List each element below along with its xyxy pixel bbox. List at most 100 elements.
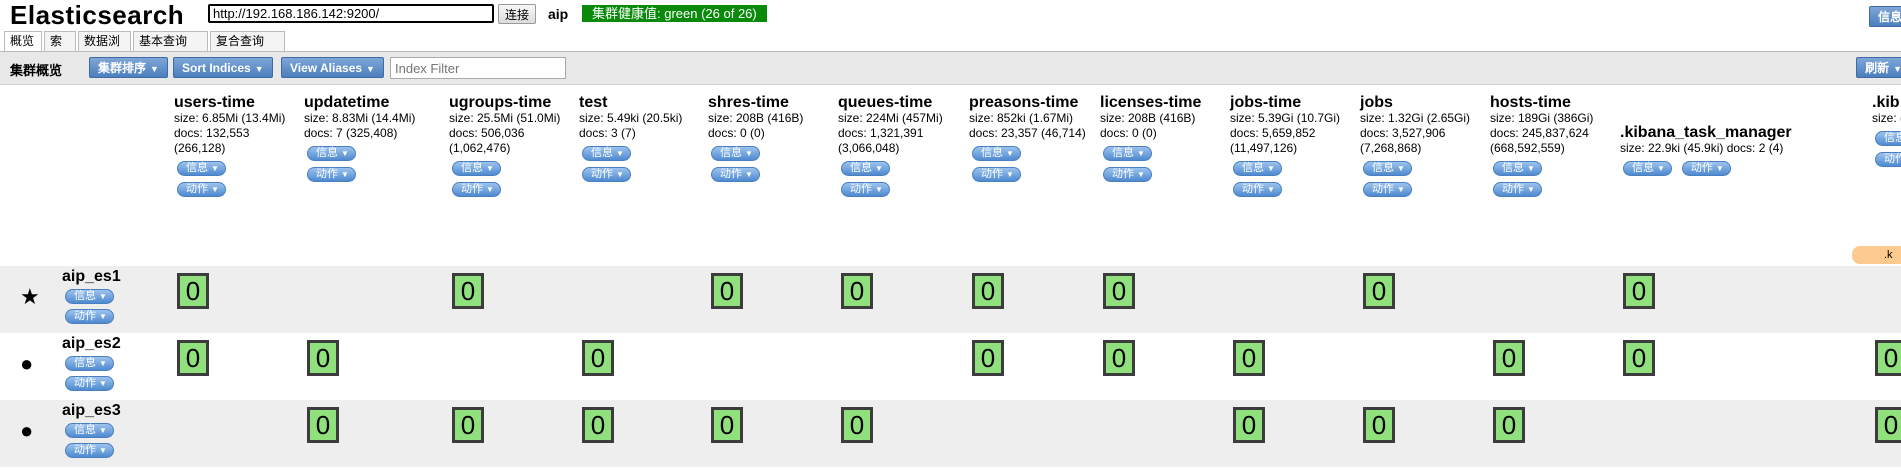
index-stats: size: 22.9ki (45.9ki) docs: 2 (4) xyxy=(1620,141,1784,155)
tab-2[interactable]: 索引 xyxy=(44,31,76,67)
tab-3[interactable]: 数据浏览 xyxy=(78,31,131,67)
shard-box[interactable]: 0 xyxy=(582,407,614,443)
tab-label: 概览 xyxy=(10,34,35,48)
action-dropdown-button[interactable]: 动作▼ xyxy=(65,376,114,391)
action-dropdown-button[interactable]: 动作▼ xyxy=(177,182,226,197)
info-dropdown-button[interactable]: 信息▼ xyxy=(1623,161,1672,176)
caret-down-icon: ▼ xyxy=(1267,164,1275,173)
info-dropdown-button[interactable]: 信息▼ xyxy=(582,146,631,161)
shard-box[interactable]: 0 xyxy=(841,407,873,443)
shard-box[interactable]: 0 xyxy=(1493,407,1525,443)
index-stats: size: 1.32Gi (2.65Gi) docs: 3,527,906 (7… xyxy=(1360,111,1471,155)
info-dropdown-button[interactable]: 信息▼ xyxy=(1875,131,1901,146)
info-dropdown-button[interactable]: 信息▼ xyxy=(1363,161,1412,176)
shard-box[interactable]: 0 xyxy=(1363,273,1395,309)
index-name: test xyxy=(579,94,608,111)
shard-box[interactable]: 0 xyxy=(1875,340,1901,376)
shard-box[interactable]: 0 xyxy=(1493,340,1525,376)
index-name: jobs xyxy=(1360,94,1393,111)
shard-box[interactable]: 0 xyxy=(307,407,339,443)
caret-down-icon: ▼ xyxy=(486,164,494,173)
action-dropdown-button[interactable]: 动作▼ xyxy=(841,182,890,197)
shard-box[interactable]: 0 xyxy=(1363,407,1395,443)
header-info-button[interactable]: 信息 xyxy=(1868,6,1901,27)
caret-down-icon: ▼ xyxy=(1006,149,1014,158)
node-name: aip_es2 xyxy=(62,335,121,352)
action-dropdown-button[interactable]: 动作▼ xyxy=(1493,182,1542,197)
shard-box[interactable]: 0 xyxy=(1103,340,1135,376)
shard-box[interactable]: 0 xyxy=(841,273,873,309)
caret-down-icon: ▼ xyxy=(99,379,107,388)
cluster-url-input[interactable] xyxy=(208,4,494,23)
action-dropdown-button[interactable]: 动作▼ xyxy=(711,167,760,182)
shard-box[interactable]: 0 xyxy=(177,340,209,376)
index-actions: 信息▼ 动作▼ xyxy=(711,144,826,186)
shard-box[interactable]: 0 xyxy=(1623,273,1655,309)
action-dropdown-button[interactable]: 动作▼ xyxy=(972,167,1021,182)
info-dropdown-button[interactable]: 信息▼ xyxy=(1493,161,1542,176)
node-actions: 信息 ▼ 动作 ▼ xyxy=(65,421,125,461)
info-dropdown-button[interactable]: 信息▼ xyxy=(711,146,760,161)
info-dropdown-button[interactable]: 信息▼ xyxy=(307,146,356,161)
action-dropdown-button[interactable]: 动作▼ xyxy=(1233,182,1282,197)
sort-cluster-button[interactable]: 集群排序 ▼ xyxy=(89,57,168,78)
shard-box[interactable]: 0 xyxy=(711,273,743,309)
shard-box[interactable]: 0 xyxy=(1103,273,1135,309)
shard-box[interactable]: 0 xyxy=(1623,340,1655,376)
caret-down-icon: ▼ xyxy=(1137,149,1145,158)
view-aliases-label: View Aliases xyxy=(290,61,363,75)
index-column: ugroups-time size: 25.5Mi (51.0Mi) docs: … xyxy=(449,95,567,201)
overview-toolbar: 集群概览 集群排序▼ Sort Indices▼ View Aliases▼ 刷… xyxy=(0,52,1901,85)
info-dropdown-button[interactable]: 信息▼ xyxy=(972,146,1021,161)
shard-box[interactable]: 0 xyxy=(177,273,209,309)
action-dropdown-button[interactable]: 动作▼ xyxy=(1875,152,1901,167)
caret-down-icon: ▼ xyxy=(1267,185,1275,194)
connect-button[interactable]: 连接 xyxy=(498,4,537,24)
action-dropdown-button[interactable]: 动作▼ xyxy=(1363,182,1412,197)
sort-indices-button[interactable]: Sort Indices ▼ xyxy=(173,57,273,78)
caret-down-icon: ▼ xyxy=(366,64,375,74)
shard-box[interactable]: 0 xyxy=(972,273,1004,309)
info-dropdown-button[interactable]: 信息▼ xyxy=(65,356,114,371)
action-label: 动作 xyxy=(720,168,742,180)
tab-4[interactable]: 基本查询[+] xyxy=(133,31,208,67)
action-dropdown-button[interactable]: 动作▼ xyxy=(452,182,501,197)
node-name: aip_es3 xyxy=(62,402,121,419)
refresh-button[interactable]: 刷新 ▼ xyxy=(1856,57,1901,78)
info-dropdown-button[interactable]: 信息▼ xyxy=(177,161,226,176)
tab-1[interactable]: 概览 xyxy=(4,31,42,51)
info-dropdown-button[interactable]: 信息▼ xyxy=(65,289,114,304)
shard-box[interactable]: 0 xyxy=(307,340,339,376)
info-dropdown-button[interactable]: 信息▼ xyxy=(841,161,890,176)
view-aliases-button[interactable]: View Aliases ▼ xyxy=(281,57,384,78)
info-label: 信息 xyxy=(461,162,483,174)
unassigned-shard[interactable]: .k xyxy=(1852,246,1901,264)
info-dropdown-button[interactable]: 信息▼ xyxy=(1103,146,1152,161)
shard-box[interactable]: 0 xyxy=(452,407,484,443)
info-dropdown-button[interactable]: 信息▼ xyxy=(452,161,501,176)
action-dropdown-button[interactable]: 动作▼ xyxy=(307,167,356,182)
caret-down-icon: ▼ xyxy=(1527,164,1535,173)
shard-box[interactable]: 0 xyxy=(1233,407,1265,443)
info-dropdown-button[interactable]: 信息▼ xyxy=(1233,161,1282,176)
index-actions: 信息▼ 动作▼ xyxy=(1363,159,1478,201)
shard-box[interactable]: 0 xyxy=(972,340,1004,376)
shard-box[interactable]: 0 xyxy=(1875,407,1901,443)
shard-box[interactable]: 0 xyxy=(1233,340,1265,376)
index-filter-input[interactable] xyxy=(390,57,566,79)
action-dropdown-button[interactable]: 动作▼ xyxy=(582,167,631,182)
action-dropdown-button[interactable]: 动作▼ xyxy=(65,443,114,458)
shard-box[interactable]: 0 xyxy=(582,340,614,376)
action-dropdown-button[interactable]: 动作▼ xyxy=(65,309,114,324)
info-dropdown-button[interactable]: 信息▼ xyxy=(65,423,114,438)
caret-down-icon: ▼ xyxy=(99,426,107,435)
caret-down-icon: ▼ xyxy=(1893,64,1901,74)
shard-box[interactable]: 0 xyxy=(711,407,743,443)
info-label: 信息 xyxy=(1502,162,1524,174)
action-dropdown-button[interactable]: 动作▼ xyxy=(1681,161,1731,176)
index-stats: size: 25.5Mi (51.0Mi) docs: 506,036 (1,0… xyxy=(449,111,561,155)
tab-5[interactable]: 复合查询[+] xyxy=(210,31,285,67)
shard-box[interactable]: 0 xyxy=(452,273,484,309)
index-actions: 信息▼ 动作▼ xyxy=(972,144,1087,186)
action-dropdown-button[interactable]: 动作▼ xyxy=(1103,167,1152,182)
